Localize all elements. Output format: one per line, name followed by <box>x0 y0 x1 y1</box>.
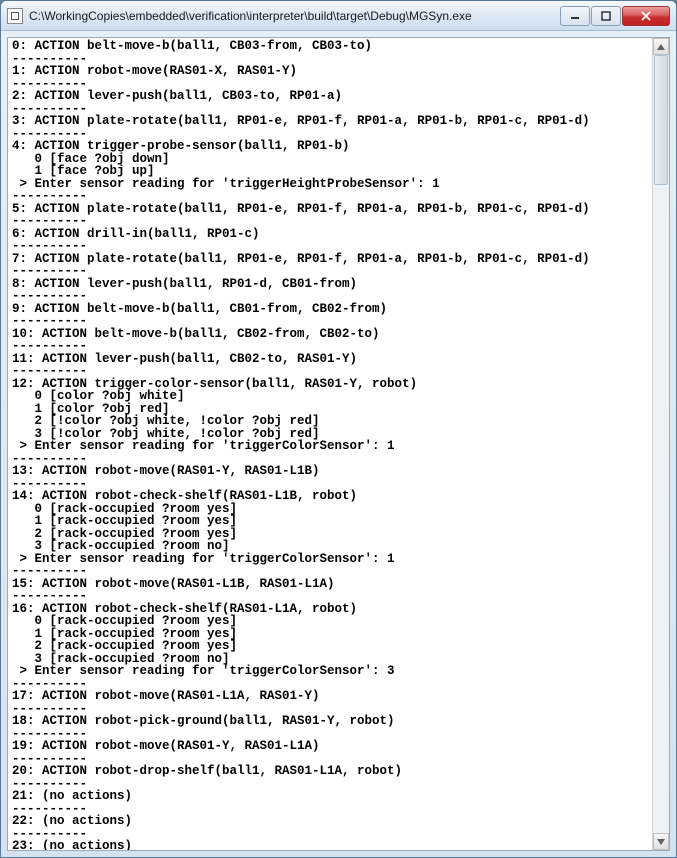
scroll-thumb[interactable] <box>654 55 668 185</box>
console-output[interactable]: 0: ACTION belt-move-b(ball1, CB03-from, … <box>8 38 669 850</box>
close-icon <box>641 11 651 21</box>
maximize-button[interactable] <box>591 6 621 26</box>
application-window: C:\WorkingCopies\embedded\verification\i… <box>0 0 677 858</box>
close-button[interactable] <box>622 6 670 26</box>
titlebar[interactable]: C:\WorkingCopies\embedded\verification\i… <box>1 1 676 31</box>
window-controls <box>560 6 670 26</box>
client-area: 0: ACTION belt-move-b(ball1, CB03-from, … <box>7 37 670 851</box>
minimize-icon <box>570 11 580 21</box>
maximize-icon <box>601 11 611 21</box>
scroll-track[interactable] <box>653 55 669 833</box>
window-title: C:\WorkingCopies\embedded\verification\i… <box>29 9 560 23</box>
chevron-down-icon <box>657 839 665 845</box>
app-icon <box>7 8 23 24</box>
vertical-scrollbar[interactable] <box>652 38 669 850</box>
scroll-up-button[interactable] <box>653 38 669 55</box>
chevron-up-icon <box>657 44 665 50</box>
scroll-down-button[interactable] <box>653 833 669 850</box>
minimize-button[interactable] <box>560 6 590 26</box>
